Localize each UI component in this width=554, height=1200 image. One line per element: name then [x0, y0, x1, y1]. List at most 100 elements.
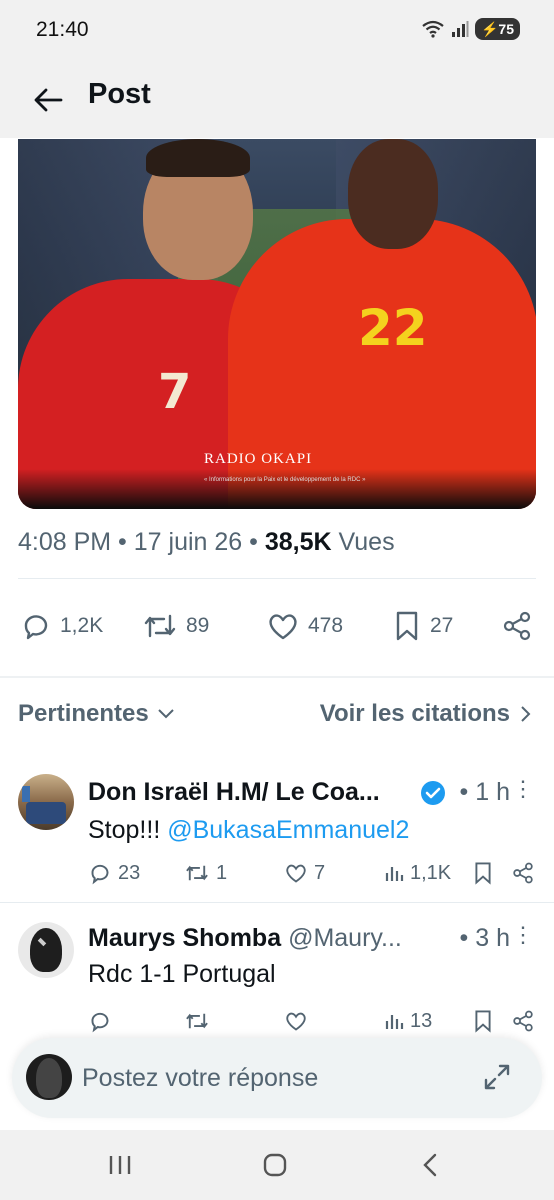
sort-label: Pertinentes [18, 700, 149, 727]
post-image[interactable]: 7 22 RADIO OKAPI « Informations pour la … [18, 139, 536, 509]
top-header: Post [0, 60, 554, 138]
more-options-icon[interactable]: ⋮ [512, 776, 534, 802]
reply-icon [91, 1012, 109, 1033]
user-avatar [26, 1054, 72, 1100]
status-bar: 21:40 ⚡75 [0, 0, 554, 60]
back-button[interactable] [28, 80, 68, 120]
like-button[interactable]: 478 [266, 604, 343, 648]
quotes-label: Voir les citations [319, 700, 510, 727]
like-button[interactable]: 7 [284, 858, 325, 888]
status-time: 21:40 [36, 18, 89, 41]
heart-icon [286, 1012, 306, 1031]
chevron-right-icon [521, 706, 531, 722]
battery-level: 75 [498, 21, 514, 37]
share-button[interactable] [512, 858, 534, 888]
bookmark-count: 27 [430, 614, 454, 637]
reply-body: Stop!!! [88, 816, 168, 844]
bar-chart-icon [385, 867, 404, 881]
like-button[interactable] [284, 1006, 308, 1036]
avatar[interactable] [18, 922, 74, 978]
reply-author-name[interactable]: Maurys Shomba @Maury... [88, 924, 402, 953]
mention-link[interactable]: @BukasaEmmanuel2 [167, 816, 409, 844]
repost-button[interactable]: 1 [184, 858, 227, 888]
image-fade [18, 469, 536, 509]
system-back-button[interactable] [410, 1150, 450, 1180]
reply-item[interactable]: Don Israël H.M/ Le Coa... • 1 h ⋮ Stop!!… [0, 768, 554, 898]
reply-time-value: 1 h [475, 778, 510, 806]
signal-icon [451, 21, 469, 37]
reply-author-name[interactable]: Don Israël H.M/ Le Coa... [88, 778, 380, 807]
bookmark-button[interactable]: 27 [392, 604, 453, 648]
repost-count: 89 [186, 614, 210, 637]
like-count: 478 [308, 614, 344, 637]
avatar[interactable] [18, 774, 74, 830]
author-handle: @Maury... [288, 924, 402, 952]
share-icon [503, 611, 531, 641]
reply-button[interactable]: 23 [88, 858, 140, 888]
arrow-left-icon [34, 88, 63, 112]
reply-body: Rdc 1-1 Portugal [88, 960, 276, 988]
heart-icon [269, 614, 297, 640]
view-quotes-link[interactable]: Voir les citations [320, 700, 532, 728]
wifi-icon [422, 20, 444, 38]
recent-apps-button[interactable] [100, 1150, 140, 1180]
post-meta: 4:08 PM • 17 juin 26 • 38,5K Vues [18, 528, 395, 556]
reply-input[interactable]: Postez votre réponse [82, 1064, 318, 1093]
bookmark-button[interactable] [472, 1006, 494, 1036]
page-title: Post [88, 78, 151, 110]
radio-okapi-logo: RADIO OKAPI [204, 451, 313, 467]
reply-icon [91, 864, 109, 885]
repost-button[interactable] [184, 1006, 210, 1036]
expand-button[interactable] [482, 1062, 512, 1097]
jersey-number-left: 7 [158, 364, 192, 420]
chevron-down-icon [158, 709, 174, 719]
post-date: 17 juin 26 [133, 528, 243, 556]
player-right-head [348, 139, 438, 249]
share-icon [513, 1010, 533, 1032]
author-display-name: Maurys Shomba [88, 924, 282, 952]
views-button[interactable]: 13 [384, 1006, 432, 1036]
battery-indicator: ⚡75 [474, 18, 520, 40]
views-count: 38,5K [264, 528, 332, 556]
home-icon [263, 1153, 287, 1177]
repost-button[interactable]: 89 [142, 604, 209, 648]
jersey-number-right: 22 [358, 299, 428, 357]
reply-timestamp: • 3 h [459, 924, 510, 952]
share-button[interactable] [512, 1006, 534, 1036]
reply-time-value: 3 h [475, 924, 510, 952]
reply-text: Rdc 1-1 Portugal [88, 960, 276, 989]
reply-count: 1,2K [60, 614, 104, 637]
bookmark-icon [396, 611, 418, 641]
chevron-left-icon [423, 1153, 437, 1177]
post-time: 4:08 PM [18, 528, 112, 556]
player-left-hair [146, 139, 250, 177]
share-button[interactable] [502, 604, 532, 648]
repost-count: 1 [216, 861, 228, 884]
reply-compose-bar[interactable]: Postez votre réponse [12, 1038, 542, 1118]
reply-action-bar: 23 1 7 1,1K [88, 858, 538, 888]
reply-text: Stop!!! @BukasaEmmanuel2 [88, 816, 409, 845]
system-nav-bar [0, 1130, 554, 1200]
like-count: 7 [314, 861, 326, 884]
divider [18, 578, 536, 579]
home-button[interactable] [255, 1150, 295, 1180]
share-icon [513, 862, 533, 884]
radio-okapi-subtitle: « Informations pour la Paix et le dévelo… [204, 477, 366, 483]
bookmark-icon [475, 1010, 491, 1033]
bar-chart-icon [385, 1015, 404, 1029]
recent-apps-icon [109, 1156, 131, 1174]
repost-icon [186, 865, 208, 881]
views-count: 1,1K [410, 861, 452, 884]
bookmark-button[interactable] [472, 858, 494, 888]
more-options-icon[interactable]: ⋮ [512, 922, 534, 948]
views-button[interactable]: 1,1K [384, 858, 451, 888]
bookmark-icon [475, 862, 491, 885]
reply-timestamp: • 1 h [459, 778, 510, 806]
sort-dropdown[interactable]: Pertinentes [18, 700, 175, 728]
reply-action-bar: 13 [88, 1006, 538, 1036]
reply-button[interactable] [88, 1006, 112, 1036]
verified-badge-icon [421, 781, 445, 805]
views-label: Vues [338, 528, 395, 556]
reply-item[interactable]: Maurys Shomba @Maury... • 3 h ⋮ Rdc 1-1 … [0, 916, 554, 1046]
reply-button[interactable]: 1,2K [20, 604, 103, 648]
